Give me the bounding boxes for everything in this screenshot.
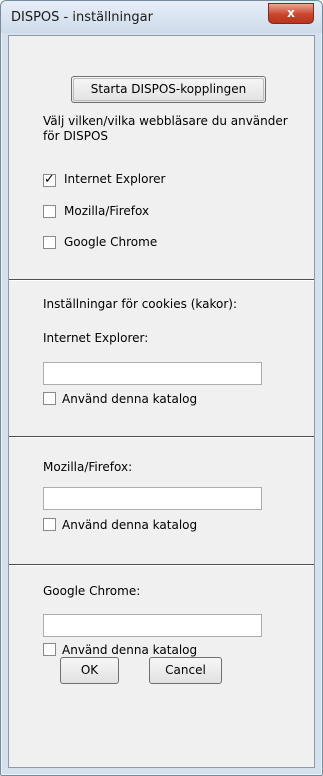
browser-prompt: Välj vilken/vilka webbläsare du använder… [43, 114, 288, 143]
checkbox-label-firefox: Mozilla/Firefox [64, 204, 150, 218]
use-dir-label-firefox: Använd denna katalog [62, 518, 198, 532]
cancel-button[interactable]: Cancel [149, 657, 222, 684]
close-icon: x [287, 6, 295, 20]
divider [9, 279, 314, 281]
cookie-section-label-internet-explorer: Internet Explorer: [43, 331, 149, 345]
divider [9, 436, 314, 438]
settings-dialog: DISPOS - inställningar x Starta DISPOS-k… [0, 0, 323, 776]
checkbox-internet-explorer[interactable]: ✓ [43, 173, 56, 187]
checkbox-firefox[interactable] [43, 205, 56, 218]
ok-button[interactable]: OK [60, 657, 119, 684]
use-dir-label-internet-explorer: Använd denna katalog [62, 392, 198, 406]
start-dispos-button[interactable]: Starta DISPOS-kopplingen [71, 76, 266, 103]
cookie-section-label-firefox: Mozilla/Firefox: [43, 460, 133, 474]
use-dir-label-chrome: Använd denna katalog [62, 643, 198, 657]
checkbox-chrome[interactable] [43, 236, 56, 249]
cookies-heading: Inställningar för cookies (kakor): [43, 297, 238, 311]
cookie-section-label-chrome: Google Chrome: [43, 584, 141, 598]
dialog-body: Starta DISPOS-kopplingen Välj vilken/vil… [8, 35, 315, 768]
cookie-path-field-chrome[interactable] [43, 614, 262, 637]
cookie-path-field-firefox[interactable] [43, 487, 262, 510]
use-dir-checkbox-firefox[interactable] [43, 518, 56, 531]
use-dir-checkbox-chrome[interactable] [43, 643, 56, 656]
use-dir-checkbox-internet-explorer[interactable] [43, 392, 56, 405]
cookie-path-field-internet-explorer[interactable] [43, 362, 262, 385]
checkbox-label-chrome: Google Chrome [64, 235, 158, 249]
close-button[interactable]: x [268, 3, 314, 24]
checkbox-label-internet-explorer: Internet Explorer [64, 172, 166, 186]
window-title: DISPOS - inställningar [11, 10, 153, 25]
divider [9, 564, 314, 566]
title-bar[interactable]: DISPOS - inställningar x [1, 1, 322, 33]
